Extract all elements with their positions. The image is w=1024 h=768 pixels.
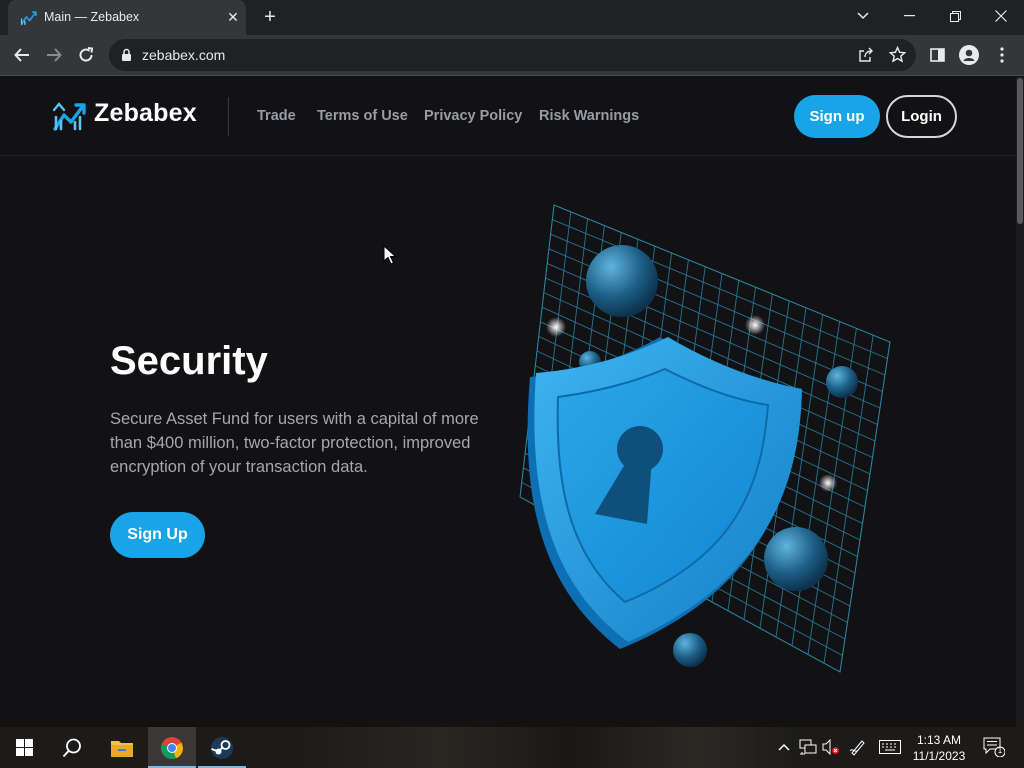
volume-muted-icon[interactable] (821, 737, 841, 757)
security-shield-illustration (519, 204, 891, 673)
taskbar-chrome[interactable] (148, 727, 196, 768)
kebab-menu-icon (1000, 47, 1004, 63)
network-icon[interactable] (798, 737, 818, 757)
notification-center-button[interactable]: 1 (982, 737, 1006, 757)
site-header: Zebabex Trade Terms of Use Privacy Polic… (0, 77, 1016, 156)
bookmark-star-icon[interactable] (889, 46, 906, 63)
browser-menu-button[interactable] (988, 41, 1016, 69)
restore-icon (949, 10, 961, 22)
clock[interactable]: 1:13 AM 11/1/2023 (908, 732, 970, 764)
header-login-button[interactable]: Login (886, 95, 957, 138)
folder-icon (111, 740, 133, 757)
pen-icon (849, 740, 865, 756)
hero-signup-button[interactable]: Sign Up (110, 512, 205, 558)
tab-search-button[interactable] (840, 0, 886, 32)
arrow-left-icon (14, 48, 29, 62)
new-tab-button[interactable]: + (259, 6, 281, 28)
nav-divider (228, 97, 229, 136)
restore-button[interactable] (932, 0, 978, 32)
address-bar[interactable]: zebabex.com (109, 39, 916, 71)
mouse-cursor-icon (383, 245, 397, 265)
share-icon[interactable] (858, 47, 874, 63)
url-text: zebabex.com (142, 47, 226, 63)
nav-link-privacy-policy[interactable]: Privacy Policy (424, 108, 522, 124)
pen-workspace-icon[interactable] (848, 737, 868, 757)
profile-avatar-icon (959, 45, 979, 65)
search-icon (62, 738, 81, 757)
close-window-button[interactable] (978, 0, 1024, 32)
minimize-icon (903, 15, 915, 17)
side-panel-icon (929, 48, 945, 62)
chrome-icon (161, 736, 184, 759)
browser-tab-strip: Main — Zebabex ✕ + (0, 0, 1024, 35)
keyboard-icon (879, 740, 901, 754)
browser-tab[interactable]: Main — Zebabex ✕ (8, 0, 246, 35)
windows-taskbar: 1:13 AM 11/1/2023 1 (0, 727, 1024, 768)
clock-time: 1:13 AM (916, 733, 962, 747)
steam-icon (211, 736, 233, 759)
network-icon-glyph (799, 739, 817, 755)
show-hidden-icons-button[interactable] (774, 737, 794, 757)
browser-toolbar: zebabex.com (0, 35, 1024, 76)
nav-link-risk-warnings[interactable]: Risk Warnings (539, 108, 639, 124)
reload-button[interactable] (72, 41, 100, 69)
speaker-muted-icon (822, 739, 839, 755)
reload-icon (79, 47, 94, 62)
page-scrollbar[interactable] (1016, 77, 1024, 727)
taskbar-file-explorer[interactable] (98, 727, 146, 768)
nav-link-terms-of-use[interactable]: Terms of Use (317, 108, 408, 124)
back-button[interactable] (8, 41, 36, 69)
minimize-button[interactable] (886, 0, 932, 32)
side-panel-button[interactable] (923, 41, 951, 69)
notification-count-badge: 1 (997, 746, 1003, 755)
logo-text[interactable]: Zebabex (94, 99, 197, 128)
search-button[interactable] (48, 727, 96, 768)
web-page: Zebabex Trade Terms of Use Privacy Polic… (0, 77, 1016, 727)
profile-button[interactable] (955, 41, 983, 69)
lock-icon (122, 48, 131, 61)
header-signup-button[interactable]: Sign up (794, 95, 880, 138)
windows-logo-icon (15, 739, 33, 756)
tab-title: Main — Zebabex (44, 10, 140, 24)
start-button[interactable] (0, 727, 48, 768)
chevron-up-icon (778, 743, 790, 751)
nav-link-trade[interactable]: Trade (257, 108, 296, 124)
zebabex-logo-icon[interactable] (53, 100, 87, 132)
forward-button[interactable] (40, 41, 68, 69)
chevron-down-icon (857, 12, 869, 20)
hero-title: Security (110, 339, 268, 383)
arrow-right-icon (47, 48, 62, 62)
clock-date: 11/1/2023 (912, 749, 966, 763)
zebabex-favicon-icon (20, 11, 37, 26)
scrollbar-thumb[interactable] (1017, 78, 1023, 224)
hero-description: Secure Asset Fund for users with a capit… (110, 410, 479, 476)
taskbar-steam[interactable] (198, 727, 246, 768)
touch-keyboard-icon[interactable] (878, 737, 902, 757)
tab-close-icon[interactable]: ✕ (224, 8, 242, 26)
close-icon (995, 10, 1007, 22)
taskbar-background (290, 727, 800, 768)
